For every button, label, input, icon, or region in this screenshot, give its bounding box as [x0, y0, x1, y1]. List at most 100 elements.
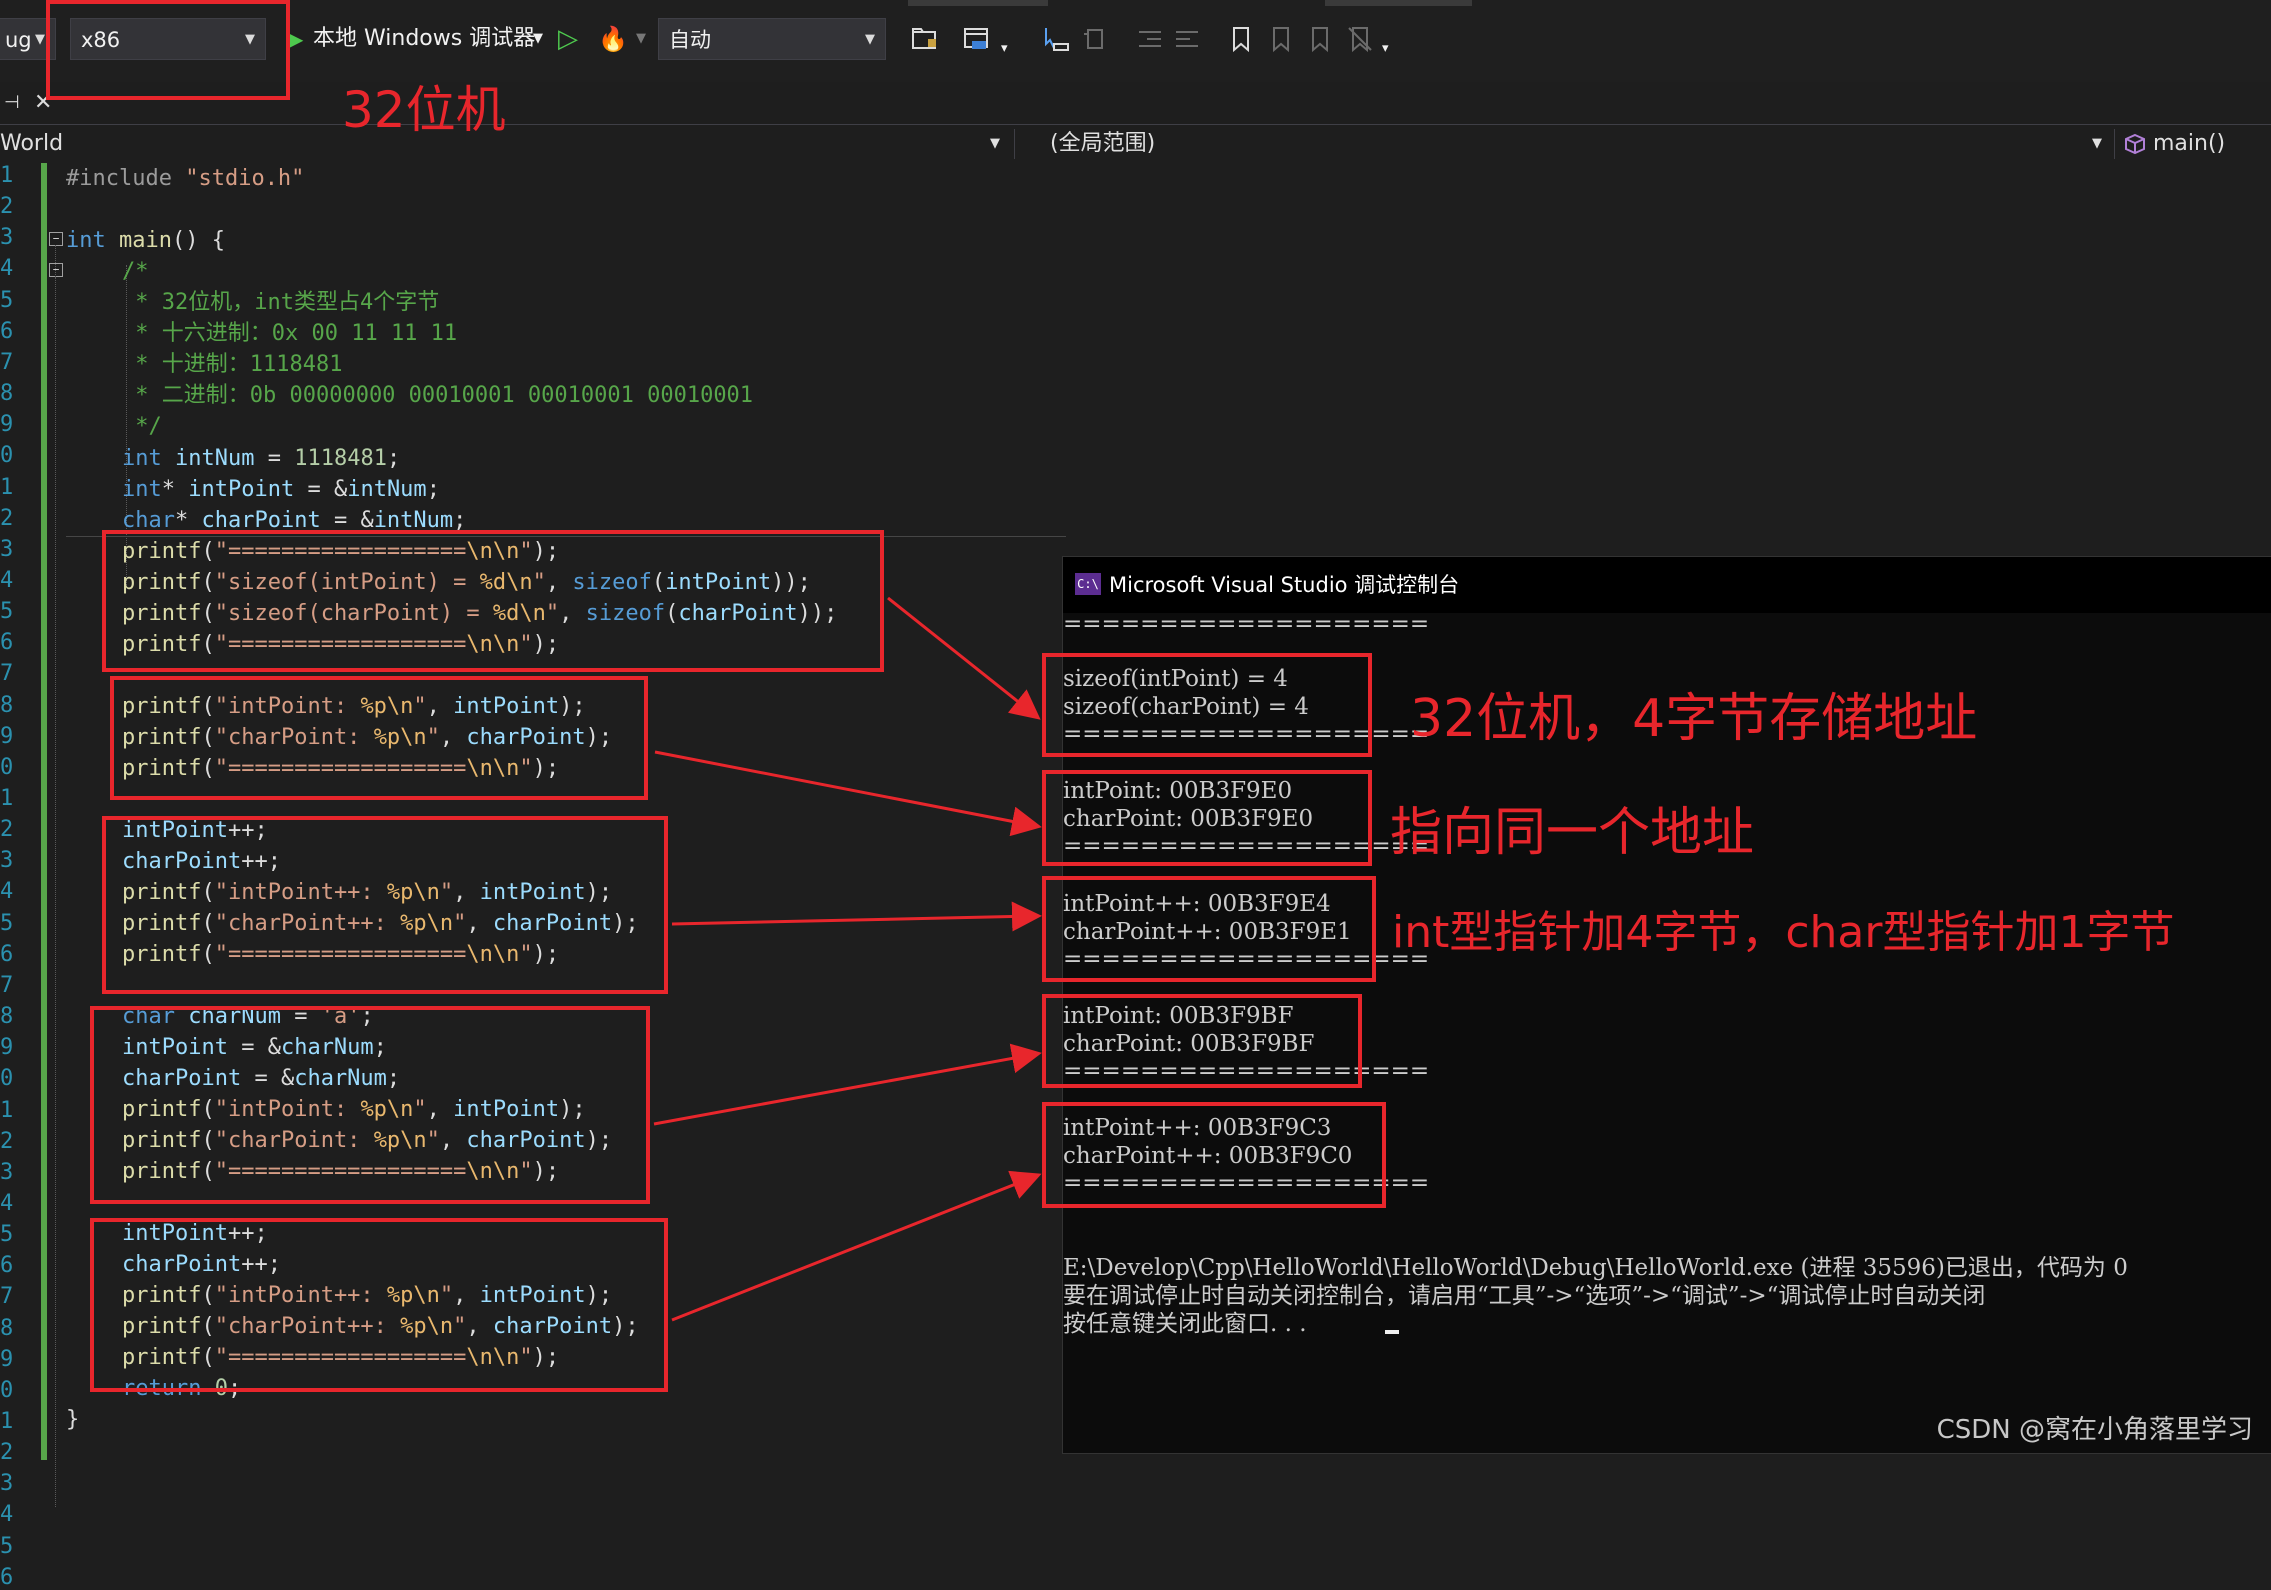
- auto-dropdown[interactable]: 自动 ▼: [658, 18, 886, 60]
- code-comment-line: * 二进制：0b 00000000 00010001 00010001 0001…: [122, 383, 754, 408]
- code-line: int main() {: [66, 228, 225, 253]
- watermark: CSDN @窝在小角落里学习: [1936, 1415, 2253, 1445]
- console-app-icon: C:\: [1075, 573, 1101, 595]
- code-comment-line: * 十六进制：0x 00 11 11 11: [122, 321, 458, 346]
- indent-icon[interactable]: [1172, 24, 1202, 54]
- line-number: 5: [0, 599, 14, 625]
- line-number: 7: [0, 1284, 14, 1310]
- annotation-box-output: [1042, 1102, 1386, 1208]
- line-number: 3: [0, 848, 14, 874]
- line-number: 5: [0, 287, 14, 313]
- line-number: 6: [0, 630, 14, 656]
- fold-toggle-icon[interactable]: −: [49, 263, 63, 277]
- annotation-box-code: [90, 1006, 650, 1204]
- line-number: 7: [0, 661, 14, 687]
- chevron-down-icon[interactable]: ▾: [1382, 28, 1389, 70]
- line-number: 5: [0, 1222, 14, 1248]
- line-number: 0: [0, 1066, 14, 1092]
- bookmark-next-icon[interactable]: [1305, 24, 1335, 54]
- line-number: 0: [0, 1377, 14, 1403]
- line-number: 0: [0, 754, 14, 780]
- cube-icon: [2125, 133, 2145, 155]
- line-number: 4: [0, 256, 14, 282]
- code-comment-line: /*: [122, 259, 149, 284]
- annotation-box-platform: [46, 0, 290, 100]
- line-number: 2: [0, 1440, 14, 1466]
- bookmark-icon[interactable]: [1226, 24, 1256, 54]
- fold-toggle-icon[interactable]: −: [49, 232, 63, 246]
- line-number: 9: [0, 1035, 14, 1061]
- chevron-down-icon: ▼: [865, 32, 875, 47]
- annotation-box-output: [1042, 653, 1372, 757]
- chevron-down-icon[interactable]: ▼: [636, 18, 646, 60]
- line-number: 4: [0, 879, 14, 905]
- line-number: 6: [0, 1253, 14, 1279]
- hot-reload-icon[interactable]: 🔥: [598, 18, 628, 60]
- line-number: 4: [0, 1502, 14, 1528]
- chevron-down-icon[interactable]: ▾: [1001, 28, 1008, 70]
- line-number: 2: [0, 194, 14, 220]
- start-without-debug-icon[interactable]: ▷: [558, 18, 578, 60]
- tab-strip-edge: [908, 0, 1048, 6]
- annotation-box-code: [102, 530, 884, 672]
- auto-value: 自动: [669, 28, 711, 52]
- code-comment-line: */: [122, 414, 162, 439]
- line-number: 7: [0, 972, 14, 998]
- console-line: E:\Develop\Cpp\HelloWorld\HelloWorld\Deb…: [1063, 1255, 2128, 1281]
- line-number: 3: [0, 225, 14, 251]
- bookmark-prev-icon[interactable]: [1266, 24, 1296, 54]
- line-number: 9: [0, 412, 14, 438]
- chevron-down-icon[interactable]: ▼: [2092, 125, 2102, 163]
- separator: [1014, 129, 1015, 159]
- line-number: 1: [0, 474, 14, 500]
- step-icon[interactable]: [1040, 24, 1070, 54]
- line-number: 9: [0, 723, 14, 749]
- annotation-sizeof-note: 32位机，4字节存储地址: [1410, 689, 1978, 749]
- line-number: 5: [0, 1533, 14, 1559]
- pin-icon[interactable]: ⊣: [4, 92, 20, 113]
- line-number: 8: [0, 1004, 14, 1030]
- line-number: 3: [0, 1159, 14, 1185]
- line-number: 3: [0, 1471, 14, 1497]
- code-line: int intNum = 1118481;: [122, 446, 401, 471]
- code-line: #include "stdio.h": [66, 166, 305, 191]
- line-number: 2: [0, 1128, 14, 1154]
- line-number: 8: [0, 692, 14, 718]
- line-number: 0: [0, 443, 14, 469]
- code-line: int* intPoint = &intNum;: [122, 477, 440, 502]
- folder-icon[interactable]: [910, 24, 940, 54]
- annotation-box-code: [110, 676, 648, 800]
- annotation-box-output: [1042, 876, 1376, 982]
- annotation-box-output: [1042, 994, 1362, 1088]
- format-icon[interactable]: [1080, 24, 1110, 54]
- separator: [2114, 129, 2115, 159]
- change-indicator-bar: [41, 163, 47, 1460]
- line-number: 2: [0, 505, 14, 531]
- annotation-platform-note: 32位机: [342, 81, 506, 139]
- annotation-box-output: [1042, 770, 1372, 866]
- line-number: 1: [0, 1409, 14, 1434]
- project-dropdown-label[interactable]: World: [0, 125, 63, 163]
- function-dropdown-label[interactable]: main(): [2153, 125, 2225, 163]
- console-line: 要在调试停止时自动关闭控制台，请启用“工具”->“选项”->“调试”->“调试停…: [1063, 1283, 1986, 1309]
- tab-strip-edge: [1325, 0, 1472, 6]
- annotation-box-code: [102, 816, 668, 994]
- local-debugger-button[interactable]: 本地 Windows 调试器: [313, 18, 535, 60]
- console-cursor: [1385, 1330, 1399, 1334]
- scope-dropdown-label[interactable]: (全局范围): [1050, 125, 1155, 163]
- console-title-bar[interactable]: C:\ Microsoft Visual Studio 调试控制台: [1063, 557, 2271, 613]
- outdent-icon[interactable]: [1135, 24, 1165, 54]
- annotation-same-address-note: 指向同一个地址: [1390, 803, 1755, 863]
- chevron-down-icon[interactable]: ▼: [533, 18, 543, 60]
- line-number: 4: [0, 1190, 14, 1216]
- line-number: 6: [0, 318, 14, 344]
- line-number: 6: [0, 1564, 14, 1590]
- line-number: 4: [0, 567, 14, 593]
- play-icon[interactable]: ▶: [288, 18, 303, 60]
- window-icon[interactable]: [962, 24, 992, 54]
- bookmark-clear-icon[interactable]: [1345, 24, 1375, 54]
- chevron-down-icon[interactable]: ▼: [990, 125, 1000, 163]
- line-number: 3: [0, 536, 14, 562]
- console-line: ===================: [1063, 611, 1430, 637]
- fold-guide: [55, 277, 56, 437]
